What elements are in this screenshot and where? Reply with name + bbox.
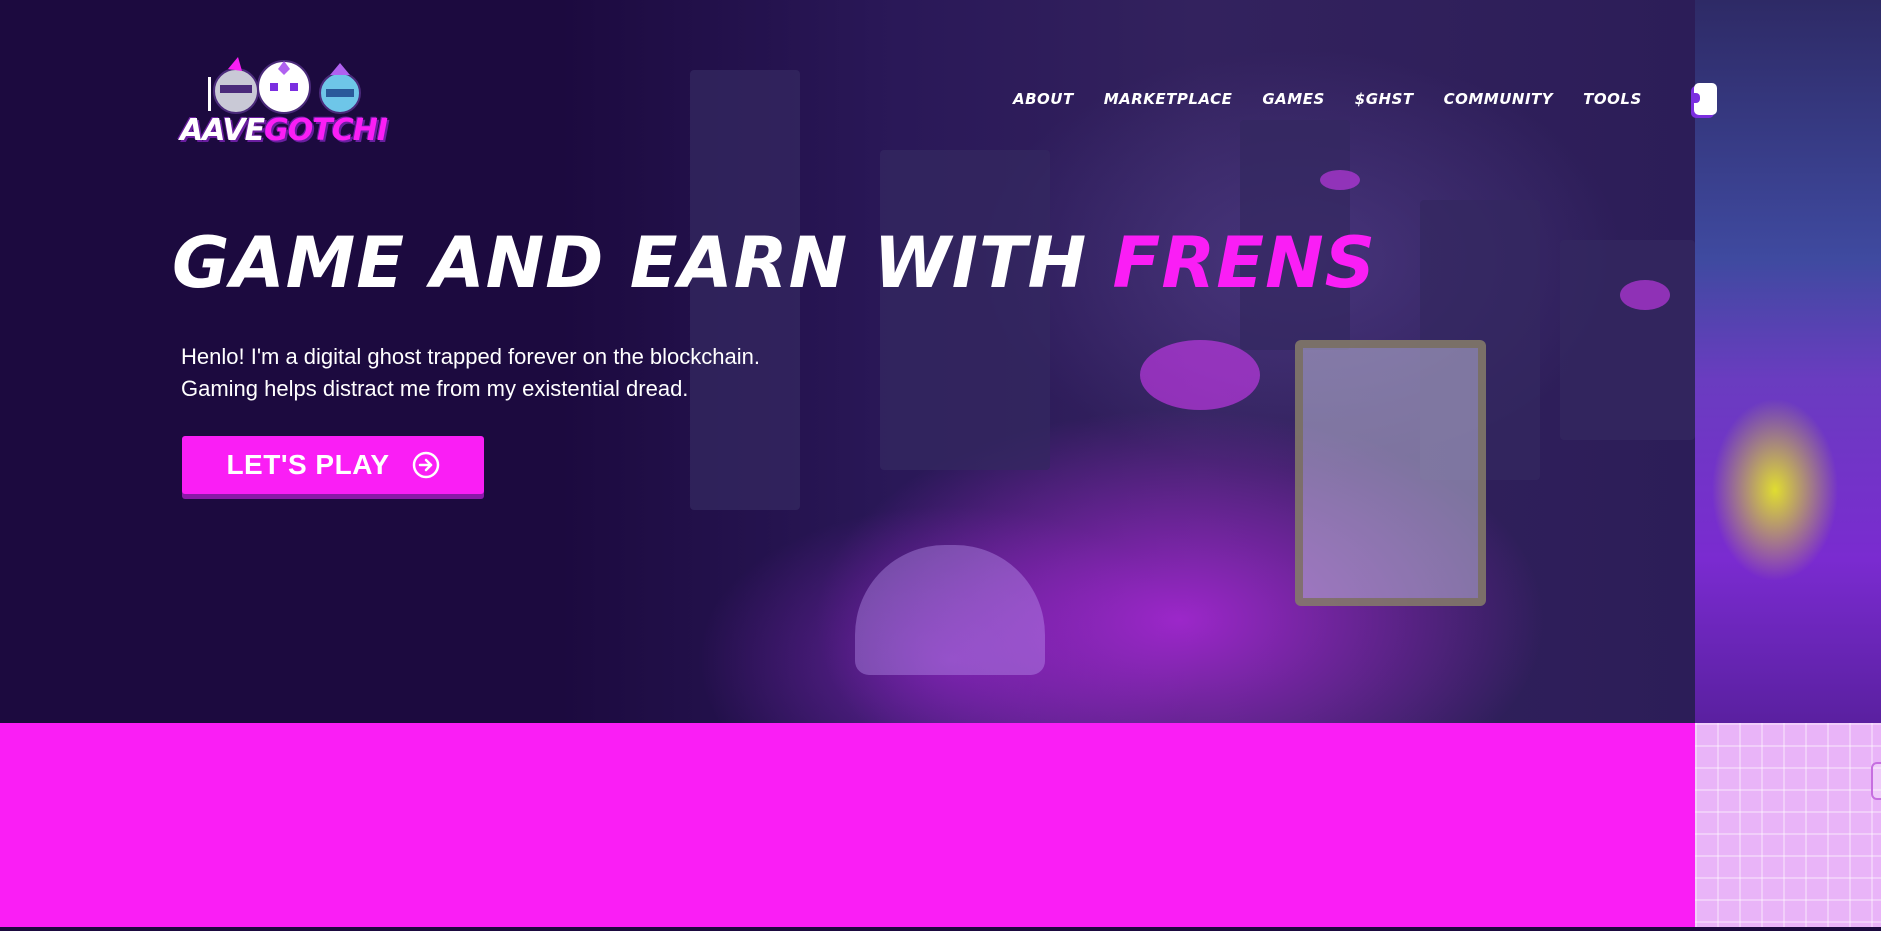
ghost-figure: [855, 545, 1045, 675]
glow-light: [1620, 280, 1670, 310]
hero-background-slide-next: [1695, 0, 1881, 723]
grid-pattern-panel: [1695, 723, 1881, 927]
glow-light: [1320, 170, 1360, 190]
nav-item-games[interactable]: Games: [1262, 90, 1324, 108]
bottom-strip: [0, 927, 1881, 931]
lets-play-button[interactable]: LET'S PLAY: [182, 436, 484, 494]
nav-item-community[interactable]: Community: [1444, 90, 1554, 108]
hero-subtitle: Henlo! I'm a digital ghost trapped forev…: [181, 341, 760, 405]
hero-subtitle-line-1: Henlo! I'm a digital ghost trapped forev…: [181, 344, 760, 369]
partial-button-icon[interactable]: [1694, 83, 1717, 115]
logo-wordmark: AAVEGOTCHI: [180, 113, 388, 148]
hero-headline: GAME AND EARN WITH FRENS: [172, 228, 1376, 298]
castle-tower: [1560, 240, 1695, 440]
magenta-section: [0, 723, 1695, 927]
hero-headline-accent: FRENS: [1112, 222, 1377, 304]
arrow-circle-right-icon: [412, 451, 439, 479]
castle-tower: [880, 150, 1050, 470]
hero-subtitle-line-2: Gaming helps distract me from my existen…: [181, 376, 689, 401]
carousel-handle[interactable]: [1871, 762, 1881, 800]
aavegotchi-logo[interactable]: AAVEGOTCHI: [180, 55, 388, 155]
logo-text-accent: GOTCHI: [264, 113, 388, 148]
gotchi-heads-icon: [208, 57, 361, 114]
nav-item-about[interactable]: About: [1013, 90, 1074, 108]
page: AAVEGOTCHI About Marketplace Games $GHST…: [0, 0, 1881, 931]
hero-section: AAVEGOTCHI About Marketplace Games $GHST…: [0, 0, 1881, 723]
character-figure: [1295, 340, 1486, 606]
nav-item-tools[interactable]: Tools: [1583, 90, 1642, 108]
main-nav: About Marketplace Games $GHST Community …: [1013, 90, 1672, 108]
logo-text-main: AAVE: [180, 113, 265, 148]
partial-button-inner: [1694, 93, 1700, 103]
nav-item-ghst[interactable]: $GHST: [1355, 90, 1414, 108]
glow-light: [1140, 340, 1260, 410]
nav-item-marketplace[interactable]: Marketplace: [1104, 90, 1233, 108]
lets-play-label: LET'S PLAY: [226, 449, 390, 480]
hero-headline-main: GAME AND EARN WITH: [172, 222, 1113, 304]
